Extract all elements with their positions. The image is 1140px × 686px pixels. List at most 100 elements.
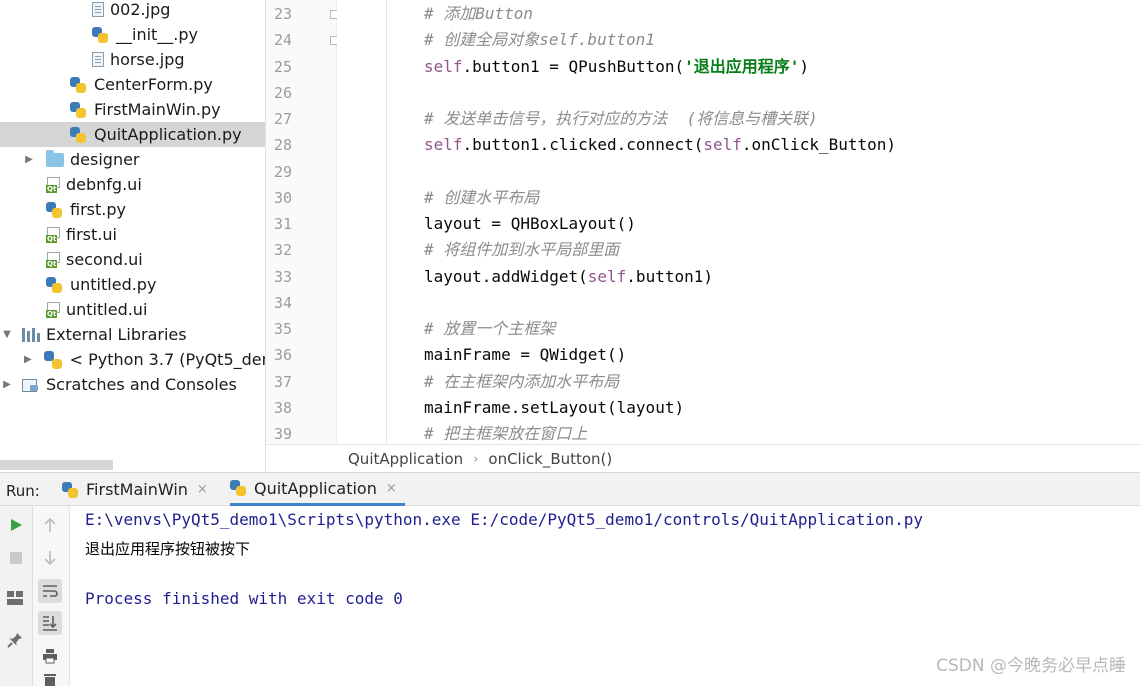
tree-item-first-py[interactable]: first.py xyxy=(0,197,265,222)
expand-arrow-icon[interactable]: ▶ xyxy=(0,379,14,390)
console-output-line: 退出应用程序按钮被按下 xyxy=(85,540,251,558)
tree-item-002-jpg[interactable]: 002.jpg xyxy=(0,0,265,22)
pin-button[interactable] xyxy=(3,628,27,652)
library-icon xyxy=(22,327,40,342)
tree-item-horse-jpg[interactable]: horse.jpg xyxy=(0,47,265,72)
code-line-38[interactable]: mainFrame.setLayout(layout) xyxy=(424,395,684,421)
rerun-button[interactable] xyxy=(4,513,28,537)
tree-item-python-sdk[interactable]: ▶ < Python 3.7 (PyQt5_demo xyxy=(0,347,265,372)
code-line-24[interactable]: # 创建全局对象self.button1 xyxy=(424,27,655,53)
expand-arrow-icon[interactable]: ▼ xyxy=(0,329,14,340)
code-line-35[interactable]: # 放置一个主框架 xyxy=(424,316,555,342)
breadcrumb-method[interactable]: onClick_Button() xyxy=(488,450,612,468)
code-line-39[interactable]: # 把主框架放在窗口上 xyxy=(424,421,587,443)
tree-item-label: debnfg.ui xyxy=(66,175,142,194)
tree-item-designer[interactable]: ▶ designer xyxy=(0,147,265,172)
self-keyword: self xyxy=(587,267,627,286)
line-number: 27 xyxy=(273,110,292,128)
line-number: 38 xyxy=(273,399,292,417)
tree-item-init-py[interactable]: __init__.py xyxy=(0,22,265,47)
stop-button[interactable] xyxy=(4,546,28,570)
tree-horizontal-scrollbar[interactable] xyxy=(0,460,113,470)
tree-item-label: 002.jpg xyxy=(110,0,171,19)
close-icon[interactable]: × xyxy=(386,481,397,496)
python-file-icon xyxy=(70,76,86,93)
delete-button[interactable] xyxy=(38,674,62,686)
tree-item-debnfg-ui[interactable]: Qt debnfg.ui xyxy=(0,172,265,197)
breadcrumb-class[interactable]: QuitApplication xyxy=(348,450,463,468)
self-keyword: self xyxy=(424,57,463,76)
tree-item-untitled-py[interactable]: untitled.py xyxy=(0,272,265,297)
tree-item-label: second.ui xyxy=(66,250,143,269)
qt-ui-file-icon: Qt xyxy=(46,176,60,193)
pin-icon xyxy=(7,633,22,648)
folder-icon xyxy=(46,149,64,167)
scroll-down-button[interactable] xyxy=(38,546,62,570)
scroll-to-end-icon xyxy=(43,616,57,631)
line-number: 37 xyxy=(273,373,292,391)
run-tab-quitapplication[interactable]: QuitApplication × xyxy=(230,473,405,506)
python-file-icon xyxy=(70,126,86,143)
code-token: .onClick_Button) xyxy=(741,135,897,154)
tree-item-label: QuitApplication.py xyxy=(94,125,242,144)
expand-arrow-icon[interactable]: ▶ xyxy=(22,354,34,365)
scroll-to-end-button[interactable] xyxy=(38,611,62,635)
line-number-gutter: 23 24 25 26 27 28 29 30 31 32 33 34 35 3… xyxy=(266,0,339,443)
code-line-28[interactable]: self.button1.clicked.connect(self.onClic… xyxy=(424,132,896,158)
self-keyword: self xyxy=(703,135,742,154)
watermark: CSDN @今晚务必早点睡 xyxy=(936,656,1126,676)
code-token: .button1.clicked.connect( xyxy=(462,135,704,154)
tree-item-label: untitled.py xyxy=(70,275,157,294)
python-file-icon xyxy=(46,201,62,218)
expand-arrow-icon[interactable]: ▶ xyxy=(22,154,36,165)
tree-item-first-ui[interactable]: Qt first.ui xyxy=(0,222,265,247)
string-literal: '退出应用程序' xyxy=(684,57,800,76)
run-tab-label: QuitApplication xyxy=(254,478,377,498)
tree-item-label: CenterForm.py xyxy=(94,75,213,94)
tree-item-external-libraries[interactable]: ▼ External Libraries xyxy=(0,322,265,347)
tree-item-centerform-py[interactable]: CenterForm.py xyxy=(0,72,265,97)
python-file-icon xyxy=(230,480,246,496)
line-number: 35 xyxy=(273,320,292,338)
scroll-up-button[interactable] xyxy=(38,513,62,537)
line-number: 36 xyxy=(273,346,292,364)
run-toolbar xyxy=(0,506,33,686)
code-line-25[interactable]: self.button1 = QPushButton('退出应用程序') xyxy=(424,54,809,80)
python-file-icon xyxy=(46,276,62,293)
code-line-30[interactable]: # 创建水平布局 xyxy=(424,185,539,211)
code-line-32[interactable]: # 将组件加到水平局部里面 xyxy=(424,237,619,263)
line-number: 23 xyxy=(273,5,292,23)
qt-ui-file-icon: Qt xyxy=(46,251,60,268)
tree-item-label: first.py xyxy=(70,200,126,219)
code-line-27[interactable]: # 发送单击信号，执行对应的方法 (将信息与槽关联) xyxy=(424,106,818,132)
close-icon[interactable]: × xyxy=(197,482,208,497)
code-token: layout.addWidget( xyxy=(424,267,588,286)
line-number: 24 xyxy=(273,31,292,49)
tree-item-untitled-ui[interactable]: Qt untitled.ui xyxy=(0,297,265,322)
tree-item-firstmainwin-py[interactable]: FirstMainWin.py xyxy=(0,97,265,122)
tree-item-quitapplication-py[interactable]: QuitApplication.py xyxy=(0,122,265,147)
layout-button[interactable] xyxy=(3,586,27,610)
scratches-icon xyxy=(22,377,40,393)
python-sdk-icon xyxy=(43,350,62,369)
stop-icon xyxy=(10,552,22,564)
tree-item-second-ui[interactable]: Qt second.ui xyxy=(0,247,265,272)
breadcrumb: QuitApplication › onClick_Button() xyxy=(266,444,1140,473)
soft-wrap-button[interactable] xyxy=(38,579,62,603)
code-line-31[interactable]: layout = QHBoxLayout() xyxy=(424,211,636,237)
console-command-line: E:\venvs\PyQt5_demo1\Scripts\python.exe … xyxy=(85,510,924,529)
run-tab-firstmainwin[interactable]: FirstMainWin × xyxy=(62,473,208,506)
run-label: Run: xyxy=(6,482,40,500)
line-number: 26 xyxy=(273,84,292,102)
code-line-33[interactable]: layout.addWidget(self.button1) xyxy=(424,264,713,290)
code-line-23[interactable]: # 添加Button xyxy=(424,1,533,27)
python-file-icon xyxy=(62,481,78,498)
tree-item-scratches[interactable]: ▶ Scratches and Consoles xyxy=(0,372,265,397)
arrow-down-icon xyxy=(44,551,56,566)
print-button[interactable] xyxy=(38,644,62,668)
code-token: .button1) xyxy=(626,267,713,286)
code-line-36[interactable]: mainFrame = QWidget() xyxy=(424,342,626,368)
line-number: 32 xyxy=(273,241,292,259)
code-line-37[interactable]: # 在主框架内添加水平布局 xyxy=(424,369,619,395)
qt-ui-file-icon: Qt xyxy=(46,226,60,243)
